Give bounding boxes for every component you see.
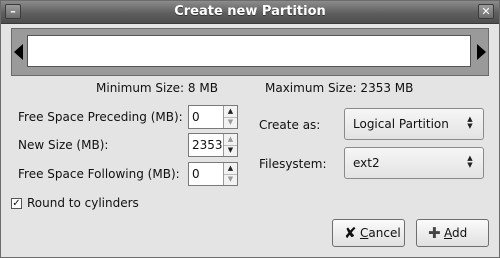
add-button[interactable]: ✚ Add <box>416 219 489 247</box>
decrement-arrow-icon[interactable]: ▼ <box>224 117 237 128</box>
round-to-cylinders-checkbox[interactable]: ✓ <box>11 198 22 209</box>
create-as-label: Create as: <box>259 118 321 132</box>
cancel-button-label: Cancel <box>360 226 401 240</box>
cancel-label-rest: ancel <box>368 226 401 240</box>
close-icon: ✕ <box>481 5 491 18</box>
spinner-buttons: ▲ ▼ <box>223 163 237 185</box>
close-button[interactable]: ✕ <box>478 4 494 19</box>
decrement-arrow-icon[interactable]: ▼ <box>224 174 237 185</box>
checkmark-icon: ✓ <box>12 198 21 209</box>
dropdown-arrows-icon: ▲ ▼ <box>467 154 473 169</box>
spinner-buttons: ▲ ▼ <box>223 106 237 128</box>
free-space-preceding-value[interactable]: 0 <box>192 110 200 124</box>
minimum-size-label: Minimum Size: 8 MB <box>96 81 218 95</box>
add-label-rest: dd <box>452 226 468 240</box>
title-bar: – Create new Partition ✕ <box>1 1 499 24</box>
create-partition-dialog: – Create new Partition ✕ Minimum Size: 8… <box>0 0 500 258</box>
free-space-preceding-spinner[interactable]: 0 ▲ ▼ <box>188 105 238 129</box>
add-plus-icon: ✚ <box>428 224 441 242</box>
window-title: Create new Partition <box>174 4 326 19</box>
round-to-cylinders-label[interactable]: Round to cylinders <box>27 196 139 210</box>
filesystem-label: Filesystem: <box>259 157 327 171</box>
new-size-spinner[interactable]: 2353 ▲ ▼ <box>188 133 238 157</box>
add-button-label: Add <box>444 226 467 240</box>
filesystem-selected: ext2 <box>353 156 380 170</box>
create-as-dropdown[interactable]: Logical Partition ▲ ▼ <box>344 108 484 140</box>
left-resize-handle-icon[interactable] <box>14 44 23 60</box>
new-size-value[interactable]: 2353 <box>192 138 223 152</box>
free-space-following-label: Free Space Following (MB): <box>18 167 180 181</box>
partition-size-visualizer <box>11 28 489 76</box>
add-mnemonic: A <box>444 226 452 240</box>
cancel-x-icon: ✘ <box>344 224 357 242</box>
right-resize-handle-icon[interactable] <box>477 44 486 60</box>
free-space-preceding-label: Free Space Preceding (MB): <box>18 110 183 124</box>
create-as-selected: Logical Partition <box>353 117 449 131</box>
free-space-following-spinner[interactable]: 0 ▲ ▼ <box>188 162 238 186</box>
cancel-button[interactable]: ✘ Cancel <box>332 219 405 247</box>
dropdown-arrows-icon: ▲ ▼ <box>467 115 473 130</box>
spinner-buttons: ▲ ▼ <box>223 134 237 156</box>
filesystem-dropdown[interactable]: ext2 ▲ ▼ <box>344 147 484 179</box>
free-space-following-value[interactable]: 0 <box>192 167 200 181</box>
decrement-arrow-icon[interactable]: ▼ <box>224 145 237 156</box>
partition-block[interactable] <box>27 35 471 67</box>
maximum-size-label: Maximum Size: 2353 MB <box>265 81 414 95</box>
new-size-label: New Size (MB): <box>18 138 109 152</box>
